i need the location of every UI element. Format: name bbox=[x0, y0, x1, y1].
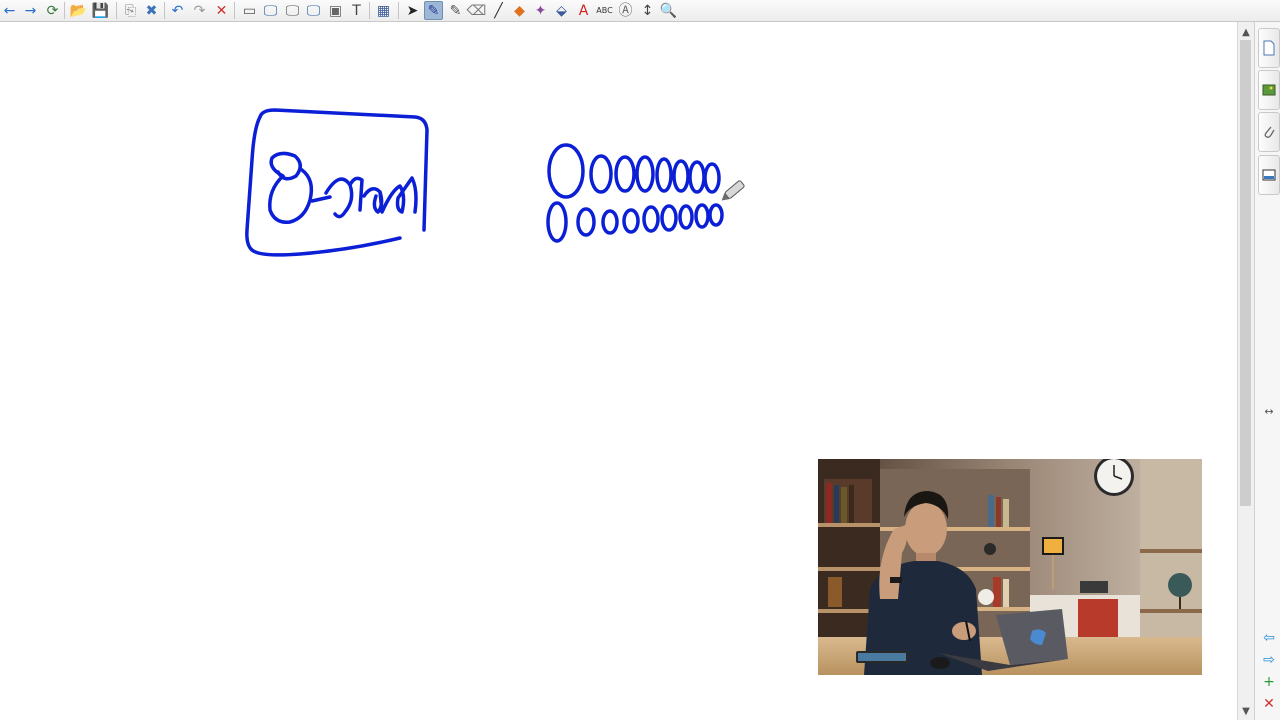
eraser-button[interactable]: ⌫ bbox=[466, 1, 487, 20]
fill-button[interactable]: ⬙ bbox=[552, 1, 571, 20]
gallery-tab-icon bbox=[1262, 84, 1276, 96]
ink-ovals-row-2 bbox=[546, 201, 724, 243]
page-sorter-tab[interactable] bbox=[1258, 28, 1280, 68]
table-icon: ▦ bbox=[376, 2, 391, 19]
text-color-button[interactable]: A bbox=[574, 1, 593, 20]
shapes-button[interactable]: ◆ bbox=[510, 1, 529, 20]
pen-icon: ✎ bbox=[427, 2, 440, 19]
screen-shade-button[interactable]: ▭ bbox=[240, 1, 259, 20]
eraser-icon: ⌫ bbox=[466, 2, 487, 19]
zoom-button[interactable]: 🔍 bbox=[659, 1, 678, 20]
presenter-video bbox=[818, 459, 1202, 675]
move-toolbar-icon: ↕ bbox=[641, 2, 654, 19]
full-screen-icon: 🖵 bbox=[285, 2, 300, 19]
ink-ovals-row-1 bbox=[547, 143, 721, 199]
back-arrow-icon: ← bbox=[3, 2, 16, 19]
table-button[interactable]: ▦ bbox=[374, 1, 393, 20]
next-page-button[interactable]: ⇨ bbox=[1260, 652, 1278, 668]
toolbar-separator bbox=[116, 2, 117, 19]
delete-page-side-button[interactable]: ✕ bbox=[1260, 696, 1278, 712]
add-page-side-icon: + bbox=[1263, 674, 1275, 690]
previous-page-icon: ⇦ bbox=[1263, 630, 1275, 646]
ink-thai-letter-1 bbox=[268, 151, 314, 224]
paste-icon: ⎘ bbox=[124, 2, 137, 19]
properties-button[interactable]: ABC bbox=[595, 1, 614, 20]
scroll-thumb[interactable] bbox=[1240, 40, 1251, 506]
text-tool-icon: T bbox=[352, 2, 361, 19]
add-page-side-button[interactable]: + bbox=[1260, 674, 1278, 690]
save-icon: 💾 bbox=[91, 2, 110, 19]
delete-icon: ✕ bbox=[215, 2, 228, 19]
ink-thai-letter-2 bbox=[310, 195, 332, 203]
toolbar-separator bbox=[164, 2, 165, 19]
paste-button[interactable]: ⎘ bbox=[121, 1, 140, 20]
display-button[interactable]: 🖵 bbox=[261, 1, 280, 20]
toolbar-separator bbox=[234, 2, 235, 19]
save-button[interactable]: 💾 bbox=[91, 1, 110, 20]
scroll-up-button[interactable]: ▲ bbox=[1238, 24, 1254, 40]
dual-display-button[interactable]: 🖵 bbox=[304, 1, 323, 20]
add-page-icon: ⟳ bbox=[46, 2, 59, 19]
properties-icon: ABC bbox=[596, 5, 613, 15]
page-sorter-tab-icon bbox=[1263, 40, 1275, 56]
attachments-tab[interactable] bbox=[1258, 112, 1280, 152]
fill-icon: ⬙ bbox=[556, 2, 567, 19]
clear-page-icon: ✖ bbox=[145, 2, 158, 19]
next-page-icon: ⇨ bbox=[1263, 652, 1275, 668]
back-arrow-button[interactable]: ← bbox=[0, 1, 19, 20]
display-icon: 🖵 bbox=[263, 2, 278, 19]
text-tool-button[interactable]: T bbox=[347, 1, 366, 20]
redo-icon: ↷ bbox=[193, 2, 206, 19]
shapes-icon: ◆ bbox=[514, 2, 525, 19]
full-screen-button[interactable]: 🖵 bbox=[283, 1, 302, 20]
handwriting-button[interactable]: Ⓐ bbox=[616, 1, 635, 20]
ink-thai-letter-4 bbox=[362, 176, 418, 214]
delete-page-side-icon: ✕ bbox=[1263, 696, 1275, 712]
toolbar-separator bbox=[398, 2, 399, 19]
text-color-icon: A bbox=[578, 2, 589, 19]
select-pointer-icon: ➤ bbox=[406, 2, 419, 19]
forward-arrow-button[interactable]: → bbox=[21, 1, 40, 20]
undo-button[interactable]: ↶ bbox=[168, 1, 187, 20]
pen-button[interactable]: ✎ bbox=[424, 1, 443, 20]
toolbar-separator bbox=[64, 2, 65, 19]
dual-display-icon: 🖵 bbox=[306, 2, 321, 19]
line-icon: ╱ bbox=[494, 2, 503, 19]
magic-pen-icon: ✦ bbox=[534, 2, 547, 19]
handwriting-icon: Ⓐ bbox=[618, 2, 633, 19]
pen-cursor-icon bbox=[721, 180, 745, 201]
gallery-tab[interactable] bbox=[1258, 70, 1280, 110]
screen-capture-icon: ▣ bbox=[328, 2, 343, 19]
vertical-scrollbar[interactable]: ▲ ▼ bbox=[1237, 22, 1254, 720]
move-toolbar-button[interactable]: ↕ bbox=[638, 1, 657, 20]
redo-button[interactable]: ↷ bbox=[190, 1, 209, 20]
properties-tab[interactable] bbox=[1258, 155, 1280, 195]
toolbar-separator bbox=[369, 2, 370, 19]
line-button[interactable]: ╱ bbox=[489, 1, 508, 20]
select-pointer-button[interactable]: ➤ bbox=[403, 1, 422, 20]
screen-shade-icon: ▭ bbox=[242, 2, 257, 19]
creative-pen-icon: ✎ bbox=[449, 2, 462, 19]
open-folder-icon: 📂 bbox=[69, 2, 88, 19]
attachments-tab-icon bbox=[1264, 126, 1275, 138]
clear-page-button[interactable]: ✖ bbox=[142, 1, 161, 20]
toolbar: ← → ⟳ 📂 💾 ⎘ ✖ ↶ ↷ ✕ ▭ 🖵 🖵 🖵 ▣ T ▦ ➤ ✎ ✎ ⌫ ╱ ◆ ✦ ⬙ A ABC Ⓐ ↕ 🔍 bbox=[0, 0, 1280, 22]
add-page-button[interactable]: ⟳ bbox=[43, 1, 62, 20]
panel-resize-handle[interactable]: ↔ bbox=[1260, 403, 1278, 419]
screen-capture-button[interactable]: ▣ bbox=[326, 1, 345, 20]
delete-button[interactable]: ✕ bbox=[212, 1, 231, 20]
magic-pen-button[interactable]: ✦ bbox=[531, 1, 550, 20]
zoom-icon: 🔍 bbox=[659, 2, 678, 19]
creative-pen-button[interactable]: ✎ bbox=[446, 1, 465, 20]
previous-page-button[interactable]: ⇦ bbox=[1260, 630, 1278, 646]
forward-arrow-icon: → bbox=[24, 2, 37, 19]
open-folder-button[interactable]: 📂 bbox=[69, 1, 88, 20]
scroll-down-button[interactable]: ▼ bbox=[1238, 703, 1254, 719]
undo-icon: ↶ bbox=[171, 2, 184, 19]
side-panel-tabs: ↔ ⇦ ⇨ + ✕ bbox=[1254, 22, 1280, 720]
properties-tab-icon bbox=[1262, 169, 1276, 181]
